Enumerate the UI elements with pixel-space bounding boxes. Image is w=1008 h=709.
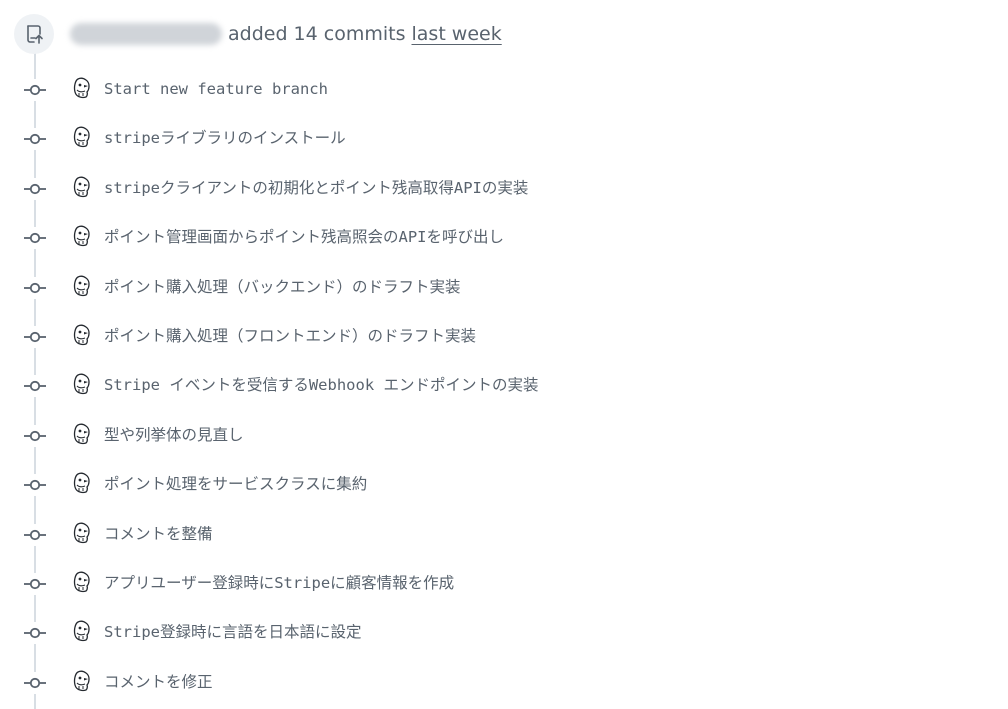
author-avatar[interactable] (72, 522, 92, 544)
commit-message-link[interactable]: コメントを修正 (104, 672, 213, 692)
push-time-link[interactable]: last week (412, 23, 502, 45)
commit-message-link[interactable]: Stripe イベントを受信するWebhook エンドポイントの実装 (104, 375, 538, 395)
commit-row[interactable]: 型や列挙体の見直し (0, 411, 1008, 460)
commit-row[interactable]: ポイント購入処理（フロントエンド）のドラフト実装 (0, 312, 1008, 361)
commit-message-link[interactable]: stripeクライアントの初期化とポイント残高取得APIの実装 (104, 178, 528, 198)
author-name-redacted[interactable] (70, 23, 222, 45)
git-commit-icon (24, 276, 46, 299)
commit-row[interactable]: ポイント管理画面からポイント残高照会のAPIを呼び出し (0, 213, 1008, 262)
commit-message-link[interactable]: 型や列挙体の見直し (104, 425, 244, 445)
author-avatar[interactable] (72, 126, 92, 148)
author-avatar[interactable] (72, 373, 92, 395)
commit-row[interactable]: アプリユーザー登録時にStripeに顧客情報を作成 (0, 559, 1008, 608)
git-commit-icon (24, 128, 46, 151)
git-commit-icon (24, 523, 46, 546)
push-action-text: added 14 commits (228, 23, 406, 45)
push-event-header: added 14 commits last week (14, 14, 502, 54)
git-commit-icon (24, 474, 46, 497)
commit-row[interactable]: コメントを修正 (0, 658, 1008, 707)
commit-message-link[interactable]: ポイント管理画面からポイント残高照会のAPIを呼び出し (104, 227, 504, 247)
author-avatar[interactable] (72, 620, 92, 642)
commit-row[interactable]: Stripe登録時に言語を日本語に設定 (0, 608, 1008, 657)
git-commit-icon (24, 622, 46, 645)
commit-row[interactable]: Stripe イベントを受信するWebhook エンドポイントの実装 (0, 361, 1008, 410)
commit-message-link[interactable]: ポイント購入処理（フロントエンド）のドラフト実装 (104, 326, 476, 346)
commit-message-link[interactable]: stripeライブラリのインストール (104, 128, 346, 148)
git-commit-icon (24, 79, 46, 101)
commit-message-link[interactable]: コメントを整備 (104, 524, 213, 544)
author-avatar[interactable] (72, 670, 92, 692)
author-avatar[interactable] (72, 472, 92, 494)
commit-row[interactable]: コメントを整備 (0, 510, 1008, 559)
git-commit-icon (24, 573, 46, 595)
commit-row[interactable]: ポイント購入処理（バックエンド）のドラフト実装 (0, 263, 1008, 312)
author-avatar[interactable] (72, 77, 92, 99)
repo-push-icon (14, 14, 54, 54)
commit-row[interactable]: ポイント処理をサービスクラスに集約 (0, 460, 1008, 509)
git-commit-icon (24, 671, 46, 694)
commit-message-link[interactable]: ポイント購入処理（バックエンド）のドラフト実装 (104, 277, 461, 297)
commit-row[interactable]: Start new feature branch (0, 65, 1008, 114)
commit-message-link[interactable]: Stripe登録時に言語を日本語に設定 (104, 622, 362, 642)
git-commit-icon (24, 375, 46, 398)
author-avatar[interactable] (72, 275, 92, 297)
commit-message-link[interactable]: Start new feature branch (104, 79, 328, 99)
commit-message-link[interactable]: アプリユーザー登録時にStripeに顧客情報を作成 (104, 573, 454, 593)
commit-message-link[interactable]: ポイント処理をサービスクラスに集約 (104, 474, 367, 494)
commit-row[interactable]: stripeクライアントの初期化とポイント残高取得APIの実装 (0, 164, 1008, 213)
author-avatar[interactable] (72, 571, 92, 593)
git-commit-icon (24, 177, 46, 200)
git-commit-icon (24, 227, 46, 250)
author-avatar[interactable] (72, 225, 92, 247)
author-avatar[interactable] (72, 423, 92, 445)
git-commit-icon (24, 424, 46, 447)
author-avatar[interactable] (72, 324, 92, 346)
author-avatar[interactable] (72, 176, 92, 198)
git-commit-icon (24, 326, 46, 348)
push-summary: added 14 commits last week (228, 23, 502, 45)
commit-row[interactable]: stripeライブラリのインストール (0, 114, 1008, 163)
